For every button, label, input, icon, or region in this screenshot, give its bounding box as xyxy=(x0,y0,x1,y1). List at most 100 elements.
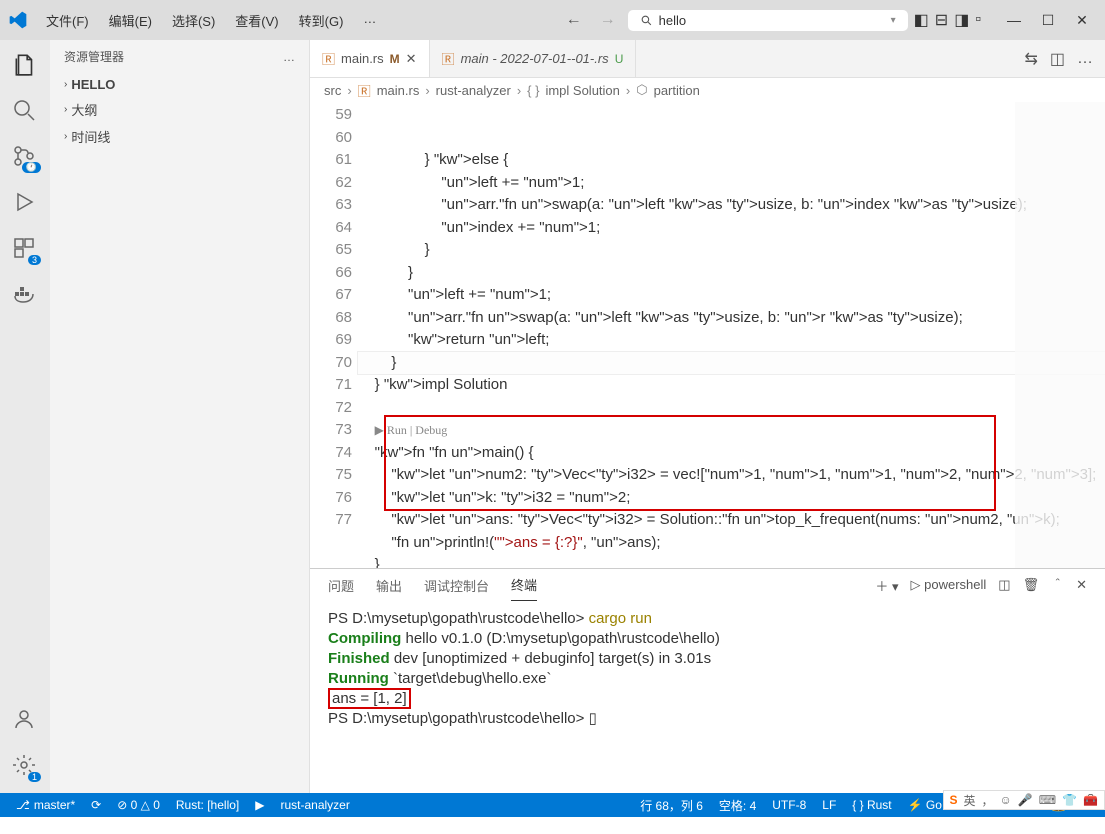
ime-mode[interactable]: 英 xyxy=(964,792,976,809)
nav-back-icon[interactable]: ← xyxy=(560,9,588,31)
chevron-down-icon: ▾ xyxy=(891,15,896,26)
tab-close-icon[interactable]: ✕ xyxy=(406,51,417,67)
breadcrumb-item[interactable]: partition xyxy=(654,83,700,98)
terminal-new-icon[interactable]: ＋ ▾ xyxy=(875,576,898,595)
status-eol[interactable]: LF xyxy=(814,797,844,814)
menu-view[interactable]: 查看(V) xyxy=(227,7,286,34)
split-editor-icon[interactable]: ◫ xyxy=(1050,49,1065,69)
nav-forward-icon[interactable]: → xyxy=(594,9,622,31)
tab-label: main.rs xyxy=(341,51,384,66)
activity-settings-icon[interactable]: 1 xyxy=(12,753,38,779)
settings-badge: 1 xyxy=(28,772,41,782)
menu-edit[interactable]: 编辑(E) xyxy=(101,7,160,34)
more-actions-icon[interactable]: … xyxy=(1077,50,1093,68)
terminal-content[interactable]: PS D:\mysetup\gopath\rustcode\hello> car… xyxy=(310,601,1105,793)
code-editor[interactable]: 59606162636465666768697071727374757677 }… xyxy=(310,102,1105,568)
ime-voice-icon[interactable]: 🎤 xyxy=(1018,793,1033,807)
brackets-icon: { } xyxy=(527,83,539,98)
tab-untracked-badge: U xyxy=(615,52,624,66)
panel-maximize-icon[interactable]: ＾ xyxy=(1051,576,1064,595)
sidebar-section-timeline[interactable]: ›时间线 xyxy=(50,123,309,150)
window-minimize-button[interactable]: — xyxy=(999,12,1029,29)
breadcrumb-item[interactable]: main.rs xyxy=(377,83,420,98)
tab-main-rs[interactable]: 🅁 main.rs M ✕ xyxy=(310,40,430,77)
chevron-right-icon: › xyxy=(64,104,67,115)
layout-full-icon[interactable]: ▫ xyxy=(975,11,981,29)
sidebar-more-icon[interactable]: … xyxy=(283,50,295,64)
sogou-logo-icon: S xyxy=(950,793,958,807)
ime-keyboard-icon[interactable]: ⌨ xyxy=(1039,793,1056,807)
activity-account-icon[interactable] xyxy=(12,707,38,733)
rust-file-icon: 🅁 xyxy=(442,49,455,68)
status-rust-project[interactable]: Rust: [hello] xyxy=(168,798,247,812)
compare-changes-icon[interactable]: ⇆ xyxy=(1024,49,1037,69)
panel-tab-debug[interactable]: 调试控制台 xyxy=(424,570,489,601)
tab-main-backup[interactable]: 🅁 main - 2022-07-01--01-.rs U xyxy=(430,40,637,77)
menu-more[interactable]: … xyxy=(355,7,384,34)
layout-sidebar-left-icon[interactable]: ◧ xyxy=(914,10,929,30)
status-language[interactable]: { } Rust xyxy=(844,797,899,814)
title-bar: 文件(F) 编辑(E) 选择(S) 查看(V) 转到(G) … ← → hell… xyxy=(0,0,1105,40)
panel-tab-output[interactable]: 输出 xyxy=(376,570,402,601)
editor-tabs: 🅁 main.rs M ✕ 🅁 main - 2022-07-01--01-.r… xyxy=(310,40,1105,78)
breadcrumb-item[interactable]: rust-analyzer xyxy=(436,83,511,98)
vscode-logo-icon xyxy=(8,10,28,30)
layout-sidebar-right-icon[interactable]: ◨ xyxy=(954,10,969,30)
ime-skin-icon[interactable]: 👕 xyxy=(1062,793,1077,807)
activity-extensions-icon[interactable]: 3 xyxy=(12,236,38,262)
menu-file[interactable]: 文件(F) xyxy=(38,7,97,34)
ime-emoji-icon[interactable]: ☺ xyxy=(1000,793,1012,807)
activity-scm-icon[interactable]: 🕐 xyxy=(12,144,38,170)
terminal-shell-label[interactable]: ▷ powershell xyxy=(911,577,987,593)
sidebar-section-outline[interactable]: ›大纲 xyxy=(50,96,309,123)
activity-docker-icon[interactable] xyxy=(12,282,38,308)
breadcrumb-item[interactable]: src xyxy=(324,83,341,98)
sidebar-title: 资源管理器 xyxy=(64,48,124,65)
terminal-split-icon[interactable]: ◫ xyxy=(998,577,1010,593)
activity-search-icon[interactable] xyxy=(12,98,38,124)
breadcrumb[interactable]: src› 🅁main.rs› rust-analyzer› { }impl So… xyxy=(310,78,1105,102)
window-close-button[interactable]: ✕ xyxy=(1067,12,1097,29)
ime-tool-icon[interactable]: 🧰 xyxy=(1083,793,1098,807)
layout-panel-icon[interactable]: ⊟ xyxy=(935,10,948,30)
window-maximize-button[interactable]: ☐ xyxy=(1033,12,1063,29)
sidebar-section-hello[interactable]: ›HELLO xyxy=(50,73,309,96)
extensions-badge: 3 xyxy=(28,255,41,265)
status-encoding[interactable]: UTF-8 xyxy=(764,797,814,814)
search-text: hello xyxy=(659,13,686,28)
editor-group: 🅁 main.rs M ✕ 🅁 main - 2022-07-01--01-.r… xyxy=(310,40,1105,793)
activity-explorer-icon[interactable] xyxy=(12,52,38,78)
status-bar: ⎇ master* ⟳ ⊘ 0 △ 0 Rust: [hello] ▶ rust… xyxy=(0,793,1105,817)
panel-tab-terminal[interactable]: 终端 xyxy=(511,569,537,601)
search-icon xyxy=(640,14,653,27)
scm-badge: 🕐 xyxy=(22,162,41,173)
tab-label: main - 2022-07-01--01-.rs xyxy=(461,51,609,66)
status-indent[interactable]: 空格: 4 xyxy=(711,797,764,814)
terminal-kill-icon[interactable]: 🗑 xyxy=(1023,577,1040,593)
status-cursor[interactable]: 行 68，列 6 xyxy=(632,797,711,814)
menu-goto[interactable]: 转到(G) xyxy=(291,7,352,34)
rust-file-icon: 🅁 xyxy=(322,49,335,68)
activity-bar: 🕐 3 1 xyxy=(0,40,50,793)
ime-punct-icon[interactable]: ， xyxy=(982,792,994,809)
breadcrumb-item[interactable]: impl Solution xyxy=(545,83,619,98)
cube-icon: ⬡ xyxy=(636,82,647,98)
code-content[interactable]: } "kw">else { "un">left += "num">1; "un"… xyxy=(358,102,1105,568)
status-branch[interactable]: ⎇ master* xyxy=(8,798,83,812)
chevron-right-icon: › xyxy=(64,79,67,90)
panel-close-icon[interactable]: ✕ xyxy=(1076,577,1087,593)
panel-tab-problems[interactable]: 问题 xyxy=(328,570,354,601)
tab-modified-badge: M xyxy=(390,52,400,66)
menu-select[interactable]: 选择(S) xyxy=(164,7,223,34)
ime-toolbar[interactable]: S 英 ， ☺ 🎤 ⌨ 👕 🧰 xyxy=(943,790,1105,810)
status-rust-analyzer[interactable]: rust-analyzer xyxy=(272,798,357,812)
chevron-right-icon: › xyxy=(64,131,67,142)
command-center-search[interactable]: hello ▾ xyxy=(628,10,908,31)
sidebar-explorer: 资源管理器 … ›HELLO ›大纲 ›时间线 xyxy=(50,40,310,793)
status-run[interactable]: ▶ xyxy=(247,798,272,812)
line-number-gutter: 59606162636465666768697071727374757677 xyxy=(310,102,358,568)
activity-debug-icon[interactable] xyxy=(12,190,38,216)
status-sync[interactable]: ⟳ xyxy=(83,798,109,812)
minimap[interactable] xyxy=(1015,102,1105,568)
status-problems[interactable]: ⊘ 0 △ 0 xyxy=(109,798,168,812)
